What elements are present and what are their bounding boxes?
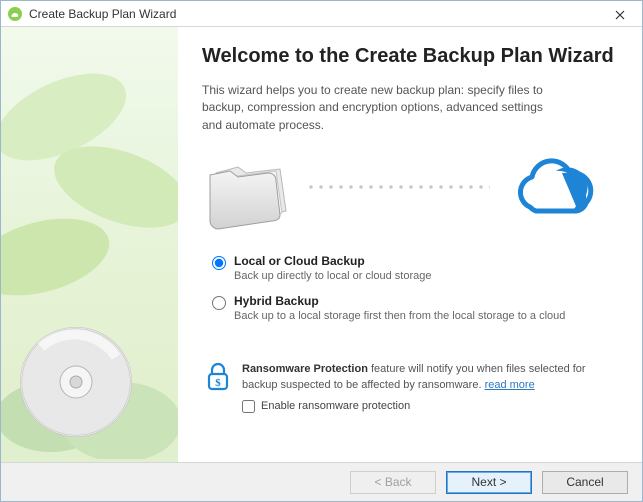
page-title: Welcome to the Create Backup Plan Wizard [202, 45, 618, 68]
ransomware-checkbox-row[interactable]: Enable ransomware protection [242, 399, 618, 414]
lock-dollar-icon: $ [206, 362, 232, 395]
content-area: Welcome to the Create Backup Plan Wizard… [1, 27, 642, 462]
next-button[interactable]: Next > [446, 471, 532, 494]
close-button[interactable] [598, 1, 642, 29]
option-local-cloud-label: Local or Cloud Backup [234, 254, 432, 268]
radio-local-cloud[interactable] [212, 256, 226, 270]
ransomware-read-more-link[interactable]: read more [485, 379, 535, 391]
app-icon [7, 6, 23, 22]
option-local-cloud[interactable]: Local or Cloud Backup Back up directly t… [212, 254, 618, 282]
option-local-cloud-sub: Back up directly to local or cloud stora… [234, 270, 432, 282]
ransomware-title: Ransomware Protection [242, 363, 368, 375]
sidebar-artwork [1, 27, 178, 459]
ransomware-section: $ Ransomware Protection feature will not… [202, 362, 618, 414]
svg-text:$: $ [215, 377, 221, 389]
backup-type-options: Local or Cloud Backup Back up directly t… [202, 254, 618, 334]
cancel-button[interactable]: Cancel [542, 471, 628, 494]
wizard-main: Welcome to the Create Backup Plan Wizard… [178, 27, 642, 462]
option-hybrid[interactable]: Hybrid Backup Back up to a local storage… [212, 294, 618, 322]
folder-icon [206, 153, 296, 234]
wizard-button-bar: < Back Next > Cancel [1, 462, 642, 501]
ransomware-checkbox[interactable] [242, 400, 255, 413]
transfer-dots [306, 184, 490, 190]
cloud-icon [500, 157, 600, 230]
radio-hybrid[interactable] [212, 296, 226, 310]
window-title: Create Backup Plan Wizard [29, 7, 176, 21]
ransomware-checkbox-label: Enable ransomware protection [261, 399, 410, 414]
back-button: < Back [350, 471, 436, 494]
backup-illustration [202, 150, 618, 236]
option-hybrid-sub: Back up to a local storage first then fr… [234, 310, 565, 322]
titlebar: Create Backup Plan Wizard [1, 1, 642, 27]
wizard-sidebar [1, 27, 178, 462]
option-hybrid-label: Hybrid Backup [234, 294, 565, 308]
intro-text: This wizard helps you to create new back… [202, 82, 562, 134]
